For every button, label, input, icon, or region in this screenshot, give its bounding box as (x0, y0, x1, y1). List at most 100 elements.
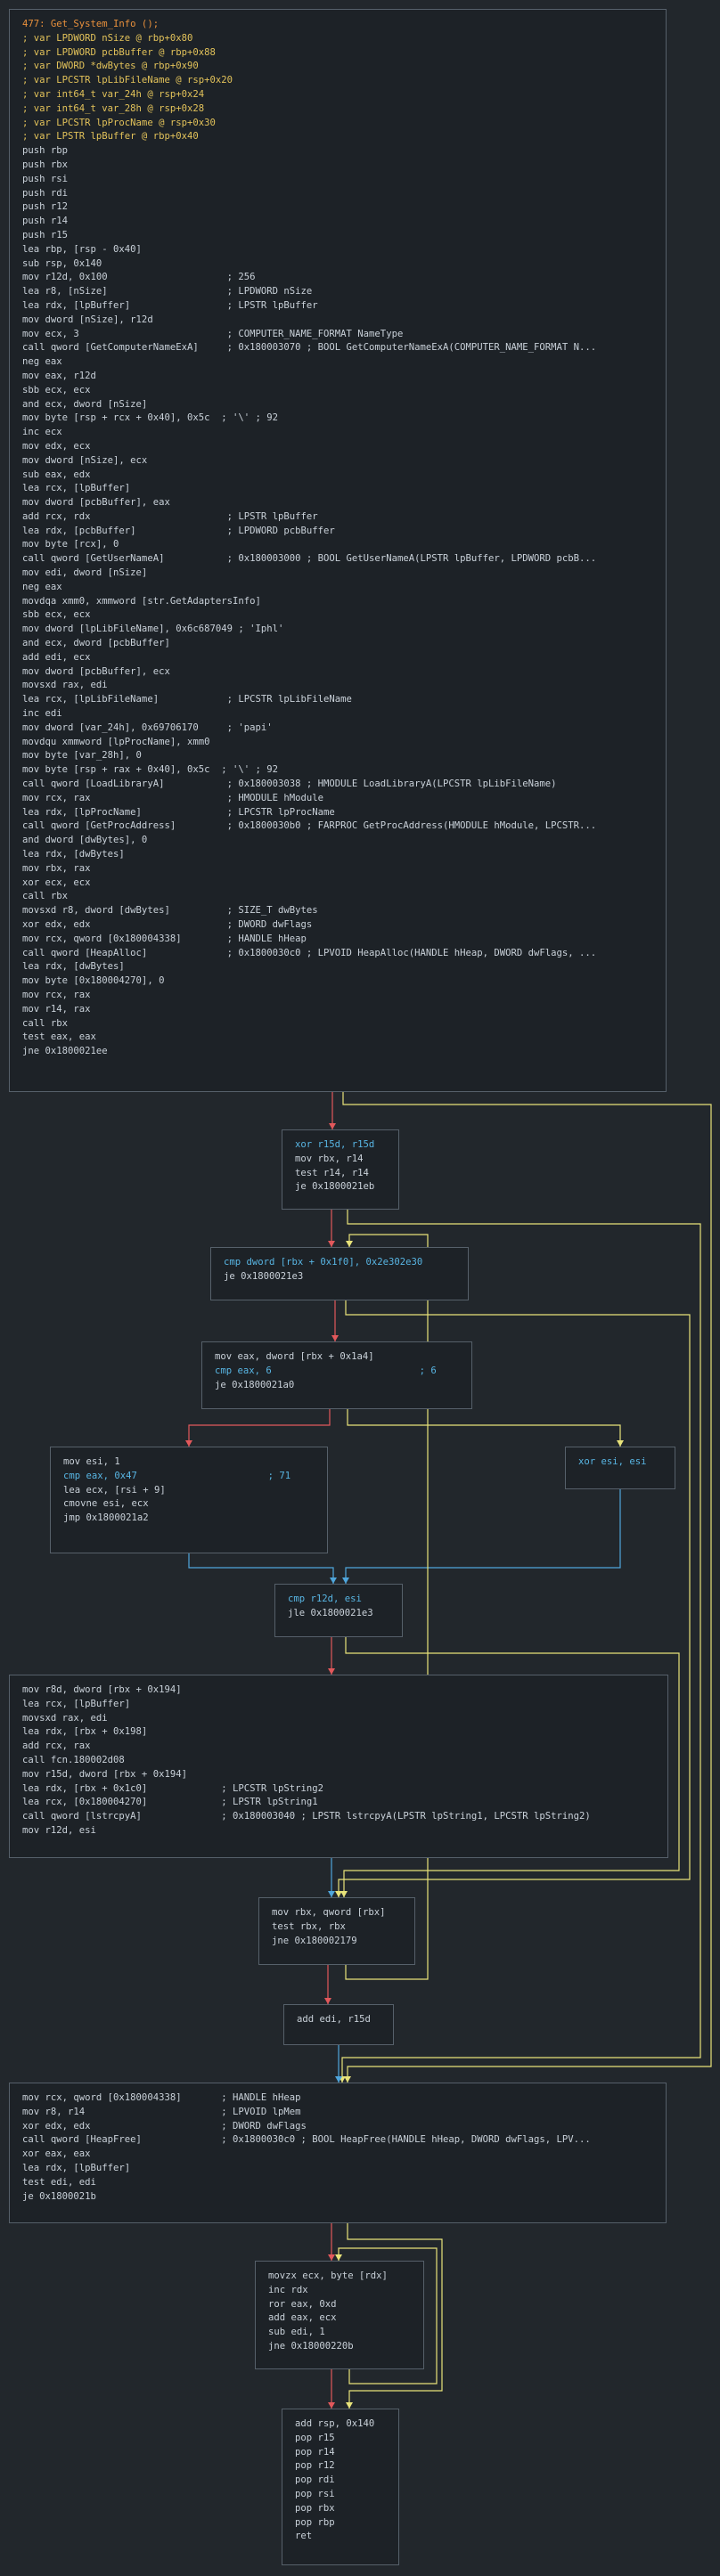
basic-block-b0[interactable]: 477: Get_System_Info (); ; var LPDWORD nS… (9, 9, 667, 1092)
instruction-line: inc edi (22, 708, 62, 720)
instruction-line: jle 0x1800021e3 (288, 1607, 373, 1618)
instruction-line: je 0x1800021e3 (224, 1270, 304, 1282)
instruction-line: pop r14 (295, 2446, 335, 2458)
instruction-line: push r15 (22, 229, 69, 240)
instruction-line: call qword [GetUserNameA] ; 0x180003000 … (22, 553, 597, 565)
instruction-line: mov eax, dword [rbx + 0x1a4] (215, 1351, 374, 1362)
instruction-line: sub rsp, 0x140 (22, 257, 102, 269)
instruction-line: 477: Get_System_Info (); (22, 19, 160, 29)
instruction-line: sub edi, 1 (268, 2327, 325, 2338)
instruction-line: mov rcx, qword [0x180004338] ; HANDLE hH… (22, 2092, 301, 2103)
basic-block-b1[interactable]: xor r15d, r15d mov rbx, r14 test r14, r14 j… (282, 1129, 399, 1210)
instruction-line: call qword [LoadLibraryA] ; 0x180003038 … (22, 779, 557, 790)
instruction-line: push rdi (22, 187, 69, 199)
instruction-line: je 0x1800021eb (295, 1181, 375, 1193)
instruction-line: cmovne esi, ecx (63, 1498, 149, 1510)
instruction-line: jne 0x18000220b (268, 2340, 354, 2352)
instruction-line: call rbx (22, 891, 69, 902)
instruction-line: pop r12 (295, 2460, 335, 2472)
instruction-line: mov r8, r14 ; LPVOID lpMem (22, 2106, 301, 2117)
edge-arrowhead-icon (617, 1440, 624, 1447)
instruction-line: sbb ecx, ecx (22, 609, 91, 621)
instruction-line: cmp eax, 6 ; 6 (215, 1365, 437, 1376)
instruction-line: mov byte [var_28h], 0 (22, 750, 142, 762)
instruction-line: mov r12d, esi (22, 1824, 96, 1836)
instruction-line: add eax, ecx (268, 2312, 337, 2324)
basic-block-b4[interactable]: mov esi, 1 cmp eax, 0x47 ; 71 lea ecx, [rs… (50, 1447, 328, 1553)
instruction-line: lea r8, [nSize] ; LPDWORD nSize (22, 286, 313, 298)
instruction-line: xor r15d, r15d (295, 1139, 375, 1150)
basic-block-b9[interactable]: add edi, r15d (283, 2004, 394, 2045)
instruction-line: call qword [lstrcpyA] ; 0x180003040 ; LP… (22, 1811, 591, 1822)
instruction-line: mov dword [lpLibFileName], 0x6c687049 ; … (22, 624, 284, 635)
edge-arrowhead-icon (331, 1335, 339, 1341)
edge-arrowhead-icon (346, 2402, 353, 2409)
instruction-line: mov rbx, rax (22, 862, 91, 874)
basic-block-b10[interactable]: mov rcx, qword [0x180004338] ; HANDLE hH… (9, 2083, 667, 2223)
basic-block-b5[interactable]: xor esi, esi (565, 1447, 675, 1489)
instruction-line: lea rdx, [dwBytes] (22, 961, 125, 973)
instruction-line: ret (295, 2531, 313, 2542)
instruction-line: test rbx, rbx (272, 1920, 346, 1932)
instruction-line: cmp r12d, esi (288, 1594, 362, 1604)
instruction-line: xor edx, edx ; DWORD dwFlags (22, 919, 313, 930)
edge-arrowhead-icon (346, 1241, 353, 1247)
instruction-line: xor edx, edx ; DWORD dwFlags (22, 2120, 307, 2132)
instruction-line: inc ecx (22, 427, 62, 438)
instruction-line: call qword [HeapFree] ; 0x1800030c0 ; BO… (22, 2134, 591, 2146)
instruction-line: push r14 (22, 216, 69, 227)
instruction-line: mov rbx, qword [rbx] (272, 1907, 386, 1918)
instruction-line: pop rsi (295, 2488, 335, 2499)
instruction-line: mov r8d, dword [rbx + 0x194] (22, 1684, 182, 1695)
instruction-line: call qword [GetComputerNameExA] ; 0x1800… (22, 342, 597, 354)
instruction-line: mov eax, r12d (22, 370, 96, 381)
basic-block-b11[interactable]: movzx ecx, byte [rdx] inc rdx ror eax, 0xd… (255, 2261, 424, 2369)
instruction-line: call qword [HeapAlloc] ; 0x1800030c0 ; L… (22, 947, 597, 958)
instruction-line: ; var int64_t var_24h @ rsp+0x24 (22, 88, 205, 100)
instruction-line: movsxd rax, edi (22, 680, 108, 691)
instruction-line: lea rdx, [dwBytes] (22, 849, 125, 860)
basic-block-b12[interactable]: add rsp, 0x140 pop r15 pop r14 pop r12 pop r… (282, 2409, 399, 2565)
instruction-line: movzx ecx, byte [rdx] (268, 2270, 388, 2281)
instruction-line: lea rdx, [rbx + 0x198] (22, 1726, 148, 1738)
instruction-line: mov rcx, rax ; HMODULE hModule (22, 792, 324, 803)
instruction-line: pop rdi (295, 2474, 335, 2486)
basic-block-b2[interactable]: cmp dword [rbx + 0x1f0], 0x2e302e30 je 0x… (210, 1247, 469, 1300)
instruction-line: je 0x1800021a0 (215, 1379, 295, 1390)
instruction-line: mov dword [nSize], ecx (22, 454, 148, 466)
instruction-line: test eax, eax (22, 1031, 96, 1043)
instruction-line: mov dword [nSize], r12d (22, 314, 153, 325)
instruction-line: mov dword [var_24h], 0x69706170 ; 'papi' (22, 721, 273, 733)
instruction-line: add edi, ecx (22, 651, 91, 663)
edge-arrowhead-icon (324, 1998, 331, 2004)
basic-block-b7[interactable]: mov r8d, dword [rbx + 0x194] lea rcx, [lp… (9, 1675, 668, 1858)
basic-block-b6[interactable]: cmp r12d, esi jle 0x1800021e3 (274, 1584, 403, 1637)
instruction-line: cmp dword [rbx + 0x1f0], 0x2e302e30 (224, 1257, 423, 1268)
instruction-line: call qword [GetProcAddress] ; 0x1800030b… (22, 820, 597, 832)
edge-true-7 (347, 1409, 621, 1447)
instruction-line: neg eax (22, 356, 62, 368)
instruction-line: mov r15d, dword [rbx + 0x194] (22, 1768, 187, 1780)
instruction-line: mov byte [rsp + rcx + 0x40], 0x5c ; '\' … (22, 412, 279, 424)
basic-block-b3[interactable]: mov eax, dword [rbx + 0x1a4] cmp eax, 6 ;… (201, 1341, 472, 1409)
instruction-line: add edi, r15d (297, 2014, 371, 2025)
instruction-line: lea ecx, [rsi + 9] (63, 1484, 166, 1496)
instruction-line: lea rbp, [rsp - 0x40] (22, 243, 142, 255)
instruction-line: lea rcx, [lpBuffer] (22, 1698, 131, 1709)
instruction-line: ; var LPCSTR lpProcName @ rsp+0x30 (22, 117, 216, 128)
edge-arrowhead-icon (328, 1241, 335, 1247)
instruction-line: mov r12d, 0x100 ; 256 (22, 272, 256, 283)
instruction-line: mov byte [rsp + rax + 0x40], 0x5c ; '\' … (22, 764, 279, 776)
instruction-line: movsxd rax, edi (22, 1712, 108, 1724)
instruction-line: mov rcx, rax (22, 989, 91, 1000)
instruction-line: mov byte [rcx], 0 (22, 539, 119, 550)
instruction-line: neg eax (22, 581, 62, 592)
instruction-line: mov rbx, r14 (295, 1153, 364, 1164)
instruction-line: ; var LPDWORD nSize @ rbp+0x80 (22, 32, 193, 44)
instruction-line: ; var int64_t var_28h @ rsp+0x28 (22, 102, 205, 114)
instruction-line: mov byte [0x180004270], 0 (22, 975, 165, 987)
instruction-line: add rcx, rax (22, 1740, 91, 1752)
basic-block-b8[interactable]: mov rbx, qword [rbx] test rbx, rbx jne 0x1… (258, 1897, 415, 1965)
edge-arrowhead-icon (342, 1577, 349, 1584)
instruction-line: call rbx (22, 1017, 69, 1029)
